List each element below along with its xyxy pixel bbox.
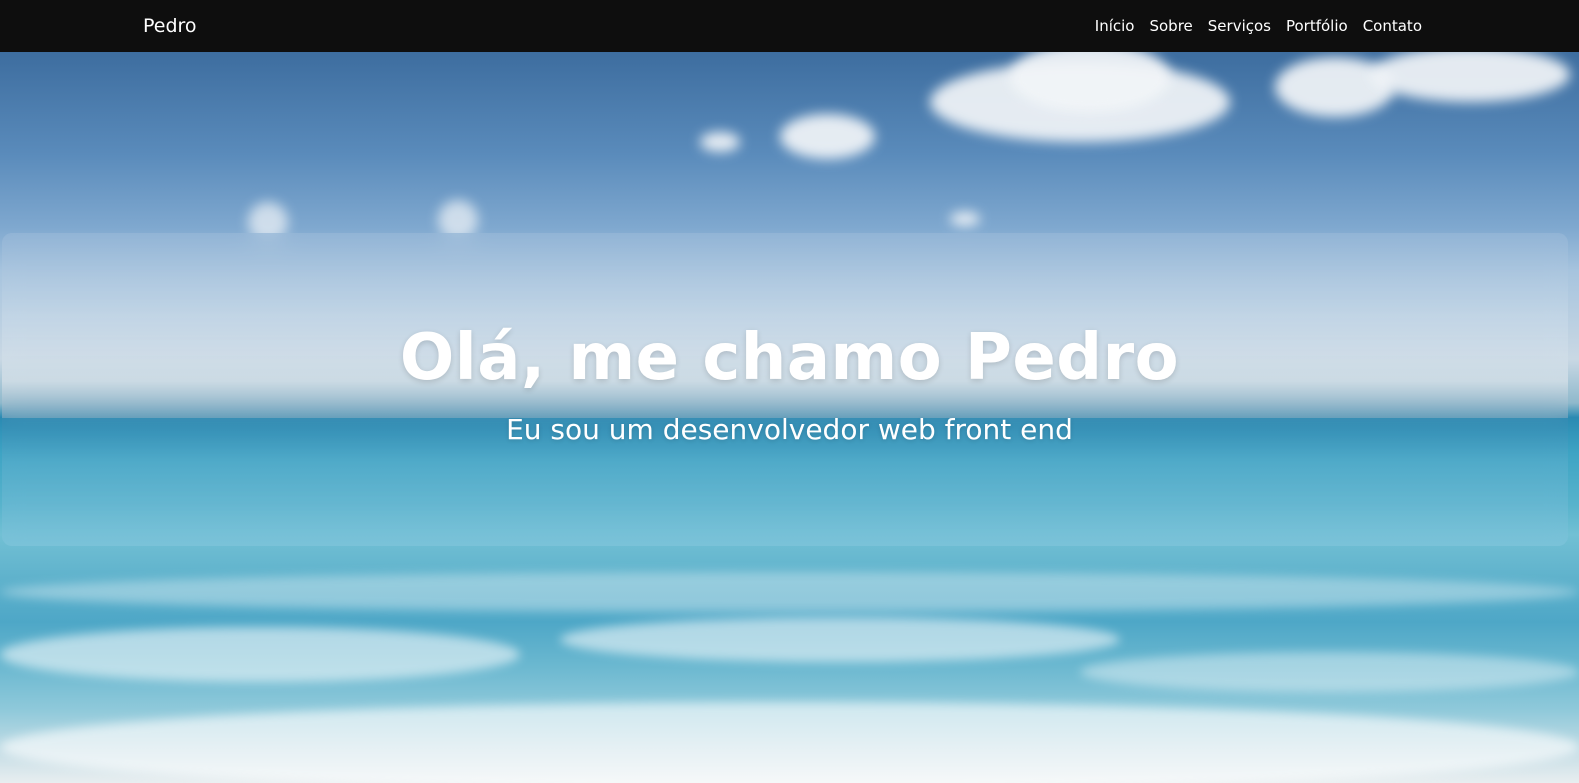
nav-item-portfolio: Portfólio: [1286, 15, 1348, 37]
hero-section: Olá, me chamo Pedro Eu sou um desenvolve…: [0, 52, 1579, 783]
nav-item-servicos: Serviços: [1208, 15, 1271, 37]
nav-link-portfolio[interactable]: Portfólio: [1286, 17, 1348, 35]
hero-subtitle: Eu sou um desenvolvedor web front end: [506, 413, 1073, 446]
nav-link-sobre[interactable]: Sobre: [1149, 17, 1192, 35]
nav-links: Início Sobre Serviços Portfólio Contato: [1095, 15, 1422, 37]
nav-item-sobre: Sobre: [1149, 15, 1192, 37]
brand-logo-link[interactable]: Pedro: [143, 13, 197, 39]
nav-link-servicos[interactable]: Serviços: [1208, 17, 1271, 35]
nav-link-contato[interactable]: Contato: [1363, 17, 1422, 35]
hero-title: Olá, me chamo Pedro: [399, 321, 1180, 395]
nav-item-inicio: Início: [1095, 15, 1135, 37]
nav-link-inicio[interactable]: Início: [1095, 17, 1135, 35]
nav-item-contato: Contato: [1363, 15, 1422, 37]
top-navbar: Pedro Início Sobre Serviços Portfólio Co…: [0, 0, 1579, 52]
